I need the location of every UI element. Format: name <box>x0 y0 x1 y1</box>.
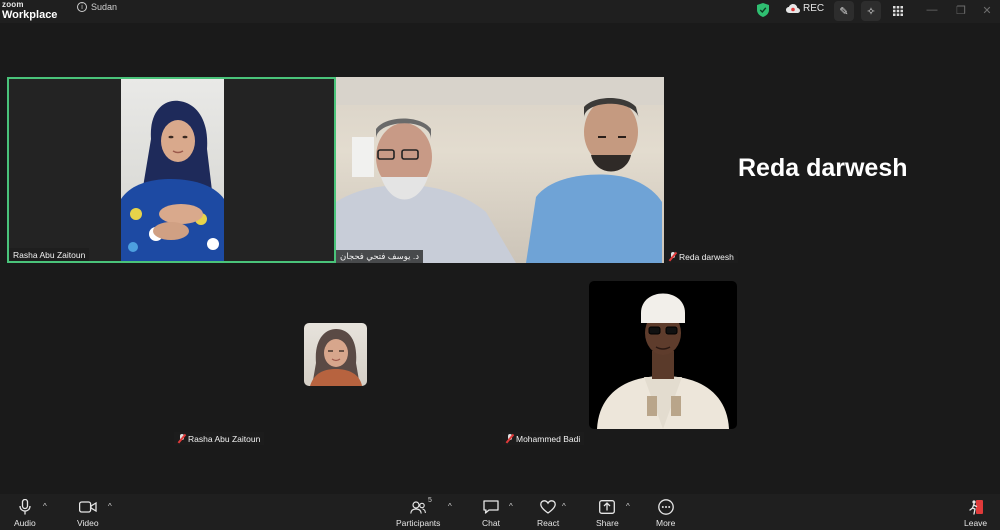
participant-video <box>336 77 664 263</box>
close-icon: ✕ <box>982 4 992 17</box>
apps-grid-button[interactable] <box>888 1 908 21</box>
participant-name: د. يوسف فتحي فحجان <box>340 251 419 261</box>
chat-button[interactable]: Chat <box>482 498 500 528</box>
recording-indicator[interactable]: REC <box>786 3 824 14</box>
name-tag-rasha: Rasha Abu Zaitoun <box>9 248 90 261</box>
participant-name: Mohammed Badi <box>516 433 581 444</box>
rec-label: REC <box>803 3 825 14</box>
chat-label: Chat <box>482 518 500 528</box>
heart-icon <box>540 500 556 514</box>
pen-icon: ✎ <box>839 5 849 18</box>
audio-label: Audio <box>14 518 36 528</box>
logo-line-2: Workplace <box>2 9 58 21</box>
video-tile-rasha[interactable]: Rasha Abu Zaitoun <box>7 77 336 263</box>
participant-name: Rasha Abu Zaitoun <box>188 433 261 444</box>
meeting-info-button[interactable]: i Sudan <box>77 2 117 12</box>
cloud-rec-icon <box>786 4 800 13</box>
share-icon <box>599 500 616 514</box>
participants-count: 5 <box>428 497 432 504</box>
avatar <box>310 329 362 386</box>
restore-button[interactable]: ❐ <box>954 2 968 18</box>
leave-label: Leave <box>964 518 988 528</box>
sparkle-icon: ✧ <box>866 5 876 18</box>
participants-button[interactable]: Participants <box>396 498 440 528</box>
share-button[interactable]: Share <box>596 498 619 528</box>
participants-options-caret[interactable]: ^ <box>448 502 452 511</box>
ai-companion-button[interactable]: ✧ <box>861 1 881 21</box>
leave-icon <box>968 500 983 515</box>
minimize-icon: — <box>926 4 938 16</box>
video-options-caret[interactable]: ^ <box>108 502 112 511</box>
name-tag-rasha-small: Rasha Abu Zaitoun <box>174 432 265 445</box>
name-tag-reda: Reda darwesh <box>665 250 738 263</box>
mic-off-icon <box>669 252 676 261</box>
title-bar: zoom Workplace i Sudan REC ✎ ✧ — ❐ ✕ <box>0 0 1000 23</box>
avatar-tile-rasha[interactable] <box>304 323 367 386</box>
camera-icon <box>78 501 97 513</box>
grid-icon <box>893 6 903 16</box>
react-label: React <box>537 518 560 528</box>
react-options-caret[interactable]: ^ <box>562 502 566 511</box>
participant-name: Reda darwesh <box>679 251 734 262</box>
audio-button[interactable]: Audio <box>14 498 36 528</box>
info-icon: i <box>77 2 87 12</box>
reda-display-name: Reda darwesh <box>738 154 908 182</box>
chat-icon <box>483 500 499 514</box>
meeting-label: Sudan <box>91 2 118 12</box>
more-label: More <box>656 518 676 528</box>
leave-button[interactable]: Leave <box>964 498 987 528</box>
participant-figure <box>121 100 224 261</box>
participant-video <box>597 293 729 429</box>
mic-icon <box>19 499 31 515</box>
name-tag-mohammed: Mohammed Badi <box>502 432 585 445</box>
audio-options-caret[interactable]: ^ <box>43 502 47 511</box>
mic-off-icon <box>178 434 185 443</box>
annotate-button[interactable]: ✎ <box>834 1 854 21</box>
video-tile-yousef[interactable]: د. يوسف فتحي فحجان <box>336 77 664 263</box>
participants-icon <box>410 500 427 514</box>
restore-icon: ❐ <box>956 4 966 17</box>
react-button[interactable]: React <box>537 498 559 528</box>
shield-icon[interactable] <box>757 3 769 17</box>
zoom-logo: zoom Workplace <box>2 0 58 21</box>
meeting-toolbar: Audio ^ Video ^ Participants 5 ^ Chat ^ … <box>0 494 1000 530</box>
share-options-caret[interactable]: ^ <box>626 502 630 511</box>
mic-off-icon <box>506 434 513 443</box>
chat-options-caret[interactable]: ^ <box>509 502 513 511</box>
more-button[interactable]: More <box>656 498 675 528</box>
minimize-button[interactable]: — <box>925 2 939 18</box>
participants-label: Participants <box>396 518 441 528</box>
name-tag-yousef: د. يوسف فتحي فحجان <box>336 250 423 263</box>
more-icon <box>657 499 674 515</box>
close-button[interactable]: ✕ <box>980 2 994 18</box>
video-button[interactable]: Video <box>77 498 99 528</box>
participant-name: Rasha Abu Zaitoun <box>13 249 86 260</box>
video-tile-mohammed[interactable] <box>589 281 737 429</box>
share-label: Share <box>596 518 619 528</box>
participant-video <box>121 79 224 261</box>
video-label: Video <box>77 518 99 528</box>
